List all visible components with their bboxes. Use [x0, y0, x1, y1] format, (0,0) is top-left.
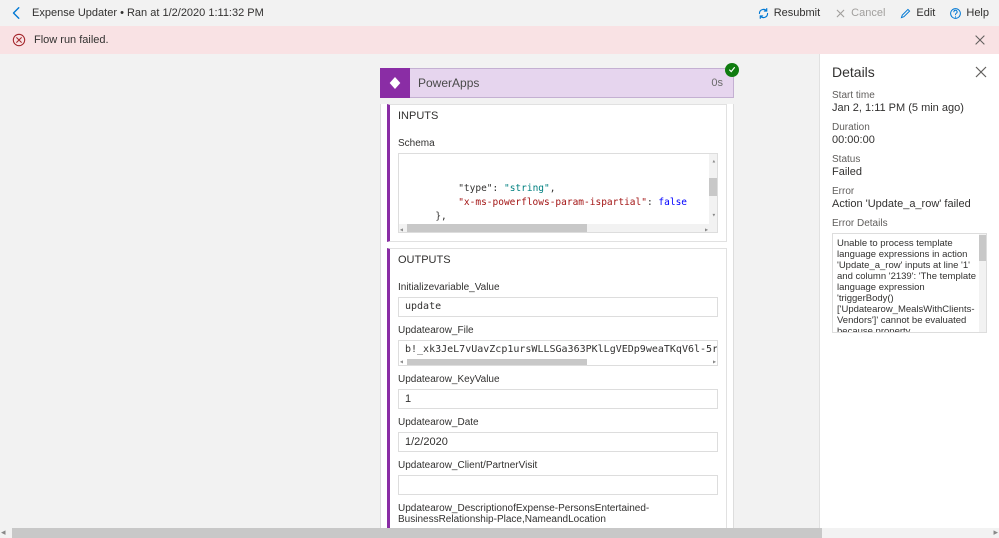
schema-v-scrollbar[interactable]: ▴ ▾	[709, 154, 717, 232]
flow-name: Expense Updater	[32, 7, 117, 19]
error-label: Error	[832, 186, 987, 197]
schema-textbox[interactable]: "type": "string", "x-ms-powerflows-param…	[398, 153, 718, 233]
success-badge	[725, 63, 739, 77]
error-details-box[interactable]: Unable to process template language expr…	[832, 233, 987, 333]
page-scroll-right-icon[interactable]: ▸	[993, 527, 998, 538]
back-arrow-icon[interactable]	[10, 6, 24, 20]
scroll-left-icon[interactable]: ◂	[399, 223, 404, 233]
output-label: Initializevariable_Value	[398, 282, 718, 293]
output-value[interactable]: b!_xk3JeL7vUavZcp1ursWLLSGa363PKlLgVEDp9…	[398, 340, 718, 366]
fail-banner-text: Flow run failed.	[34, 34, 109, 46]
output-label: Updatearow_KeyValue	[398, 374, 718, 385]
help-label: Help	[966, 7, 989, 19]
duration-label: Duration	[832, 122, 987, 133]
page-scroll-thumb[interactable]	[12, 528, 822, 538]
status-label: Status	[832, 154, 987, 165]
error-value: Action 'Update_a_row' failed	[832, 198, 987, 210]
powerapps-icon	[380, 68, 410, 98]
details-title: Details	[832, 64, 875, 80]
scroll-down-icon[interactable]: ▾	[712, 208, 716, 222]
v-scroll-thumb[interactable]	[709, 178, 717, 196]
card-header[interactable]: PowerApps 0s	[380, 68, 734, 98]
output-value[interactable]: 1/2/2020	[398, 432, 718, 452]
schema-label: Schema	[398, 138, 718, 149]
schema-h-scrollbar[interactable]: ◂ ▸	[399, 224, 709, 232]
h-scroll-thumb[interactable]	[407, 224, 587, 232]
resubmit-label: Resubmit	[774, 7, 820, 19]
status-value: Failed	[832, 166, 987, 178]
refresh-icon	[757, 7, 770, 20]
output-h-scrollbar[interactable]: ◂▸	[399, 359, 709, 366]
details-panel: Details Start time Jan 2, 1:11 PM (5 min…	[819, 54, 999, 528]
error-details-label: Error Details	[832, 218, 987, 229]
run-at-time: 1/2/2020 1:11:32 PM	[162, 7, 263, 19]
fail-banner: Flow run failed.	[0, 26, 999, 54]
pencil-icon	[899, 7, 912, 20]
close-icon[interactable]	[973, 33, 987, 47]
error-details-text: Unable to process template language expr…	[837, 238, 976, 333]
resubmit-button[interactable]: Resubmit	[757, 7, 820, 20]
card-duration: 0s	[711, 77, 723, 89]
scroll-up-icon[interactable]: ▴	[712, 154, 716, 168]
outputs-section: OUTPUTS Initializevariable_Valueupdate Up…	[387, 248, 727, 528]
error-v-scrollbar[interactable]	[979, 234, 986, 332]
scroll-right-icon[interactable]: ▸	[704, 223, 709, 233]
help-icon	[949, 7, 962, 20]
output-value[interactable]: update	[398, 297, 718, 317]
flow-run-title: Expense Updater • Ran at 1/2/2020 1:11:3…	[32, 7, 264, 19]
x-icon	[834, 7, 847, 20]
inputs-heading: INPUTS	[390, 105, 726, 126]
start-time-label: Start time	[832, 90, 987, 101]
cancel-label: Cancel	[851, 7, 885, 19]
output-label: Updatearow_Date	[398, 417, 718, 428]
top-bar: Expense Updater • Ran at 1/2/2020 1:11:3…	[0, 0, 999, 26]
details-close-icon[interactable]	[975, 66, 987, 78]
error-scroll-thumb[interactable]	[979, 235, 986, 261]
cancel-button: Cancel	[834, 7, 885, 20]
output-value[interactable]: 1	[398, 389, 718, 409]
output-label: Updatearow_Client/PartnerVisit	[398, 460, 718, 471]
duration-value: 00:00:00	[832, 134, 987, 146]
page-h-scrollbar[interactable]: ◂ ▸	[0, 528, 999, 538]
help-button[interactable]: Help	[949, 7, 989, 20]
inputs-section: INPUTS Schema "type": "string", "x-ms-po…	[387, 104, 727, 242]
edit-label: Edit	[916, 7, 935, 19]
start-time-value: Jan 2, 1:11 PM (5 min ago)	[832, 102, 987, 114]
edit-button[interactable]: Edit	[899, 7, 935, 20]
output-value[interactable]	[398, 475, 718, 495]
error-circle-icon	[12, 33, 26, 47]
run-at-prefix: Ran at	[127, 7, 159, 19]
trigger-card: PowerApps 0s INPUTS Schema "type": "stri…	[380, 68, 734, 528]
output-label: Updatearow_DescriptionofExpense-PersonsE…	[398, 503, 718, 525]
page-scroll-left-icon[interactable]: ◂	[1, 527, 6, 538]
flow-canvas[interactable]: PowerApps 0s INPUTS Schema "type": "stri…	[0, 54, 819, 528]
card-title: PowerApps	[418, 76, 479, 90]
outputs-heading: OUTPUTS	[390, 249, 726, 270]
output-label: Updatearow_File	[398, 325, 718, 336]
